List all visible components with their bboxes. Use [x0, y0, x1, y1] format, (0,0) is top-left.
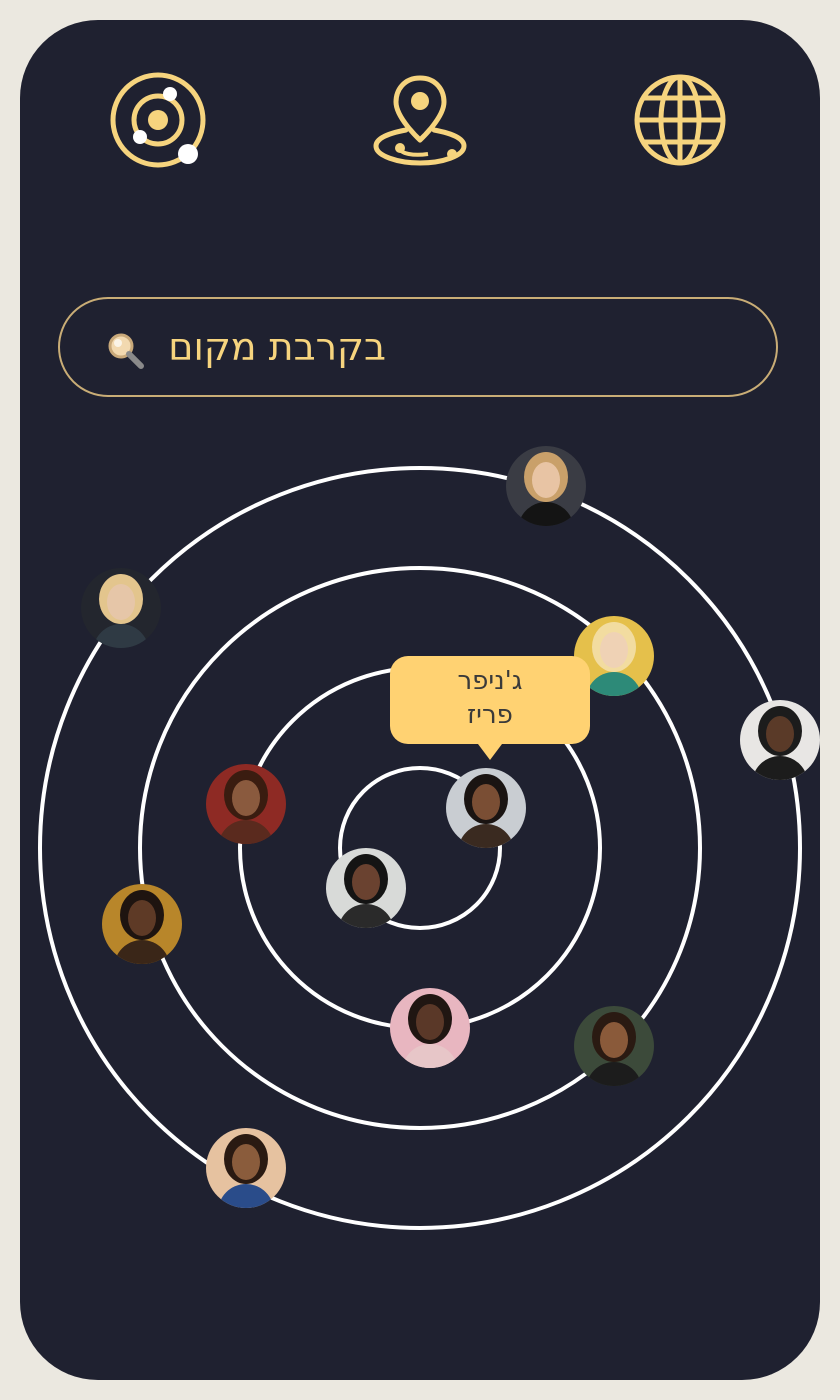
- avatar-girl-pink-background[interactable]: [390, 988, 470, 1068]
- avatar-jennifer-sunglasses[interactable]: [446, 768, 526, 848]
- avatar-face: [232, 780, 260, 816]
- avatar-face: [416, 1004, 444, 1040]
- avatar-face: [600, 1022, 628, 1058]
- avatar-blonde-woman-dark-top[interactable]: [506, 446, 586, 526]
- avatar-body: [218, 820, 274, 844]
- avatar-body: [586, 1062, 642, 1086]
- tooltip-name: ג'ניפר: [457, 666, 523, 696]
- avatar-woman-blue-jeans[interactable]: [206, 1128, 286, 1208]
- avatar-woman-dark-hair[interactable]: [326, 848, 406, 928]
- avatar-body: [114, 940, 170, 964]
- user-tooltip[interactable]: ג'ניפר פריז: [390, 656, 590, 760]
- avatar-woman-red-background[interactable]: [206, 764, 286, 844]
- avatar-woman-hijab[interactable]: [740, 700, 820, 780]
- app-screen: בקרבת מקום ג'ניפר פריז: [20, 20, 820, 1380]
- avatar-face: [532, 462, 560, 498]
- avatar-face: [232, 1144, 260, 1180]
- avatar-face: [766, 716, 794, 752]
- avatar-woman-gold-freckles[interactable]: [102, 884, 182, 964]
- avatar-body: [402, 1044, 458, 1068]
- avatar-face: [352, 864, 380, 900]
- avatar-body: [218, 1184, 274, 1208]
- avatar-face: [128, 900, 156, 936]
- avatar-body: [518, 502, 574, 526]
- orbit-ring-4: [38, 466, 802, 1230]
- avatar-body: [458, 824, 514, 848]
- avatar-body: [93, 624, 149, 648]
- tooltip-city: פריז: [467, 700, 513, 730]
- avatar-body: [338, 904, 394, 928]
- avatar-body: [752, 756, 808, 780]
- avatar-face: [472, 784, 500, 820]
- avatar-woman-orange-flowers[interactable]: [574, 1006, 654, 1086]
- avatar-body: [586, 672, 642, 696]
- avatar-blonde-woman-curly[interactable]: [81, 568, 161, 648]
- avatar-face: [600, 632, 628, 668]
- avatar-face: [107, 584, 135, 620]
